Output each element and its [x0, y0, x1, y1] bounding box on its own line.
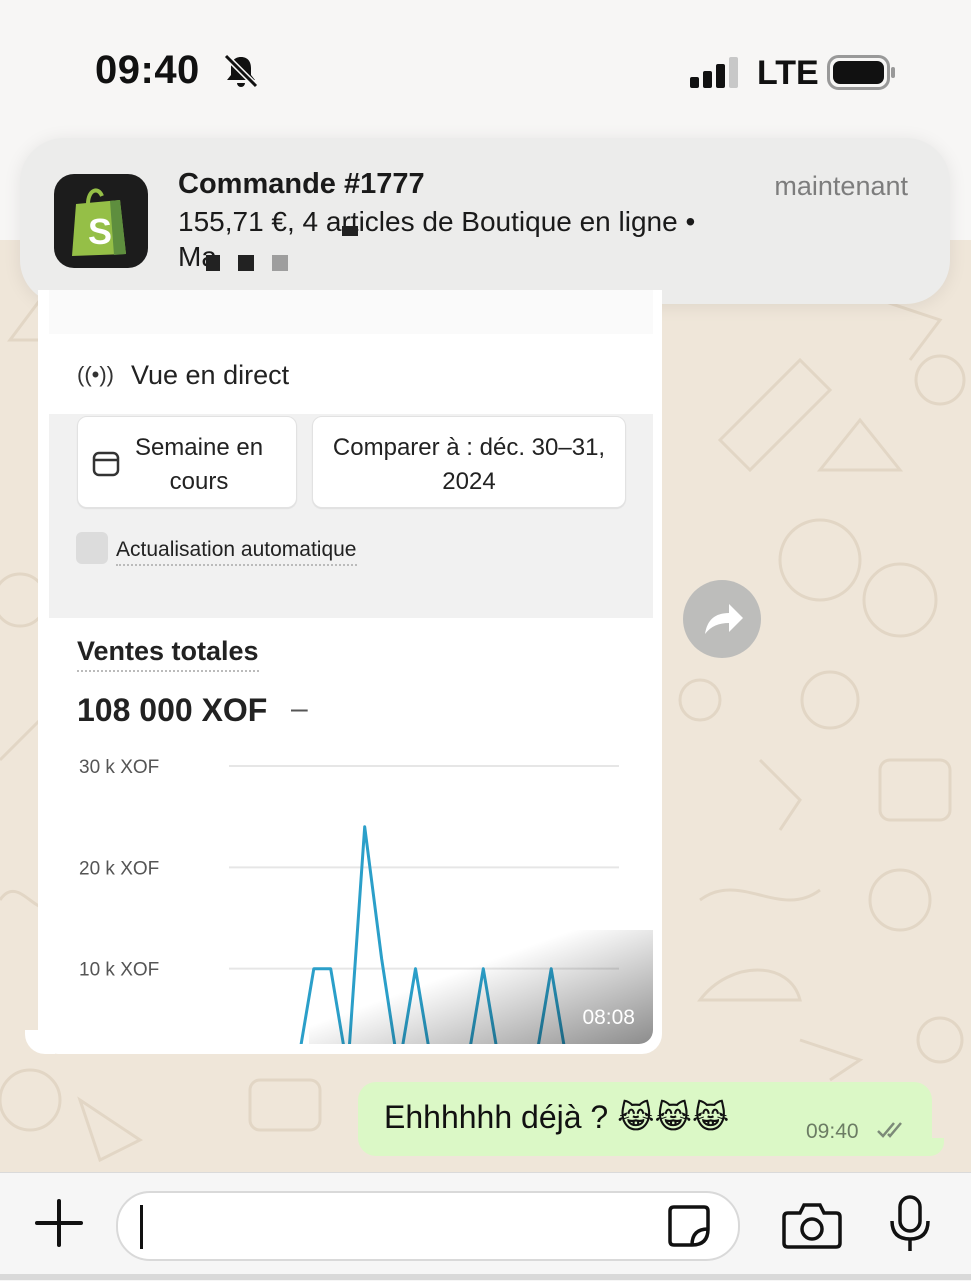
microphone-icon[interactable]	[888, 1195, 932, 1255]
read-receipt-icon	[877, 1122, 902, 1138]
redaction-mark	[238, 255, 254, 271]
period-button: Semaine en cours	[77, 416, 297, 508]
redaction-mark	[272, 255, 288, 271]
y-tick-label: 10 k XOF	[79, 960, 159, 981]
notification-body-line1: 155,71 €, 4 articles de Boutique en lign…	[178, 206, 696, 237]
shopify-bag-icon: S	[72, 188, 126, 256]
notification-time: maintenant	[774, 171, 908, 201]
auto-refresh-label: Actualisation automatique	[116, 538, 357, 566]
push-notification[interactable]: S Commande #1777 maintenant 155,71 €, 4 …	[20, 138, 950, 304]
y-tick-label: 20 k XOF	[79, 858, 159, 879]
sales-value: 108 000 XOF	[77, 692, 268, 728]
input-bar	[0, 1172, 971, 1281]
period-label: Semaine en cours	[134, 434, 264, 495]
sales-dash: –	[291, 692, 308, 725]
plus-icon[interactable]	[33, 1197, 85, 1249]
live-view-row: ((•)) Vue en direct	[49, 334, 653, 414]
sales-title: Ventes totales	[77, 636, 259, 672]
home-indicator-strip	[0, 1274, 971, 1280]
battery-icon	[827, 55, 895, 90]
cropped-row	[49, 290, 653, 335]
forward-button[interactable]	[683, 580, 761, 658]
svg-text:S: S	[88, 211, 112, 252]
text-caret	[140, 1205, 143, 1249]
notification-title: Commande #1777	[178, 168, 425, 200]
sticker-icon[interactable]	[664, 1201, 714, 1251]
outgoing-message-time: 09:40	[806, 1120, 859, 1143]
redaction-mark	[206, 255, 220, 271]
redaction-mark	[342, 226, 358, 236]
compare-label: Comparer à : déc. 30–31, 2024	[332, 434, 606, 495]
live-view-label: Vue en direct	[131, 360, 290, 390]
shared-screenshot[interactable]: ((•)) Vue en direct Semaine en cours Com…	[49, 290, 653, 1044]
network-label: LTE	[757, 54, 819, 92]
camera-icon[interactable]	[782, 1201, 842, 1249]
message-input[interactable]	[116, 1191, 740, 1261]
image-timestamp: 08:08	[582, 1006, 635, 1029]
bell-slash-icon	[223, 53, 259, 89]
clock: 09:40	[95, 48, 200, 92]
outgoing-message-bubble[interactable]: Ehhhhhh déjà ? 😹😹😹 09:40	[358, 1082, 932, 1156]
broadcast-icon: ((•))	[77, 362, 115, 387]
outgoing-message-text: Ehhhhhh déjà ? 😹😹😹	[384, 1099, 730, 1135]
calendar-icon	[92, 451, 120, 477]
filter-controls: Semaine en cours Comparer à : déc. 30–31…	[49, 414, 653, 618]
y-tick-label: 30 k XOF	[79, 757, 159, 778]
forward-arrow-icon	[705, 604, 743, 634]
signal-icon	[690, 57, 738, 88]
compare-button: Comparer à : déc. 30–31, 2024	[312, 416, 626, 508]
shopify-app-icon: S	[54, 174, 148, 268]
auto-refresh-checkbox	[76, 532, 108, 564]
